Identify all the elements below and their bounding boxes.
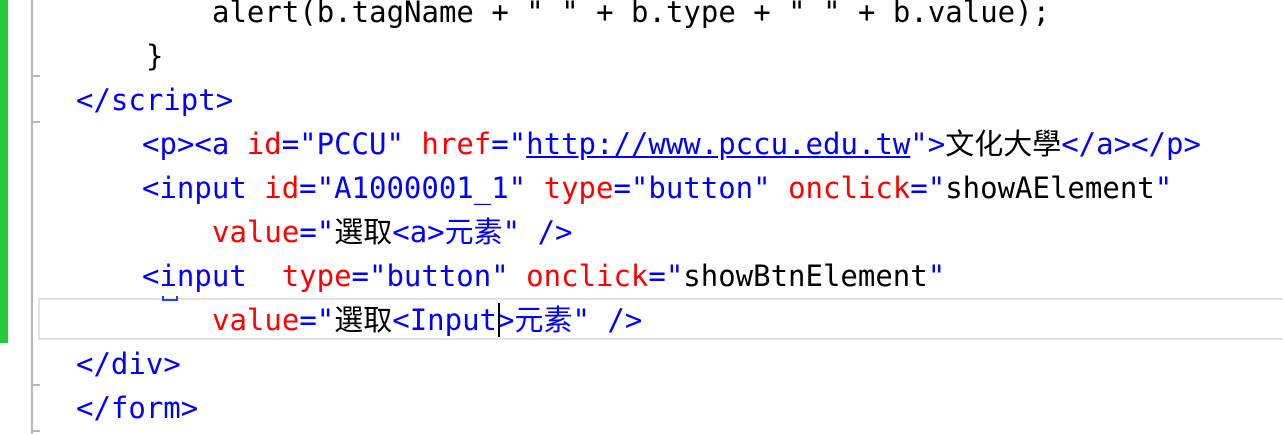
html-tag-token: input — [159, 171, 247, 205]
change-indicator-bar — [0, 0, 8, 343]
html-tag-token: </ — [1061, 127, 1097, 161]
attribute-value-token: =" — [491, 127, 527, 161]
code-line[interactable]: alert(b.tagName + " " + b.type + " " + b… — [212, 0, 1050, 34]
attribute-value-token: " — [502, 215, 521, 249]
html-tag-token: < — [142, 127, 160, 161]
attribute-value-token: ="PCCU" — [281, 127, 404, 161]
code-line[interactable]: </script> — [76, 78, 233, 122]
code-line[interactable]: <p><a id="PCCU" href="http://www.pccu.ed… — [142, 122, 1201, 166]
text-token: showAElement — [945, 171, 1155, 205]
outline-tick — [31, 430, 40, 432]
html-tag-token: /> — [589, 303, 643, 337]
html-tag-token: p — [1166, 127, 1184, 161]
html-tag-token: </ — [76, 391, 111, 425]
attribute-value-token: <a> — [392, 215, 445, 249]
attribute-name-token: id — [246, 171, 300, 205]
code-line[interactable]: <input id="A1000001_1" type="button" onc… — [142, 166, 1172, 210]
code-line[interactable]: <input type="button" onclick="showBtnEle… — [142, 254, 945, 298]
html-tag-token: input — [159, 259, 247, 293]
attribute-value-token: =" — [299, 215, 335, 249]
attribute-name-token: href — [403, 127, 492, 161]
html-tag-token: >< — [176, 127, 212, 161]
html-tag-token: form — [110, 391, 181, 425]
attribute-name-token: type — [526, 171, 614, 205]
attribute-name-token: value — [212, 215, 300, 249]
code-token: alert(b.tagName + " " + b.type + " " + b… — [212, 0, 1051, 29]
attribute-value-token: =" — [299, 303, 335, 337]
attribute-name-token: onclick — [508, 259, 649, 293]
attribute-value-token: "> — [910, 127, 946, 161]
attribute-value-token: =" — [648, 259, 684, 293]
html-tag-token: </ — [76, 83, 111, 117]
code-line[interactable]: </div> — [76, 342, 181, 386]
html-tag-token: > — [215, 83, 234, 117]
text-token: showBtnElement — [683, 259, 928, 293]
attribute-value-token: 元素 — [444, 215, 503, 249]
attribute-value-token: ="button" — [351, 259, 509, 293]
error-squiggle-marker — [162, 296, 178, 301]
outline-tick — [31, 75, 40, 77]
code-line[interactable]: </form> — [76, 386, 198, 430]
code-editor[interactable]: alert(b.tagName + " " + b.type + " " + b… — [0, 0, 1283, 434]
html-tag-token: > — [163, 347, 181, 381]
attribute-value-token: =" — [910, 171, 946, 205]
html-tag-token: </ — [76, 347, 111, 381]
html-tag-token: p — [159, 127, 177, 161]
attribute-value-token: ="A1000001_1" — [299, 171, 527, 205]
attribute-name-token: id — [229, 127, 282, 161]
attribute-value-token: 元素 — [514, 303, 573, 337]
html-tag-token: < — [142, 171, 160, 205]
attribute-value-token: " — [927, 259, 946, 293]
url-link-token[interactable]: http://www.pccu.edu.tw — [526, 127, 910, 161]
html-tag-token: /> — [520, 215, 573, 249]
html-tag-token: a — [1096, 127, 1114, 161]
outline-tick — [31, 121, 40, 123]
html-tag-token: script — [110, 83, 216, 117]
attribute-name-token: type — [246, 259, 352, 293]
html-tag-token: > — [1183, 127, 1201, 161]
text-token: 選取 — [334, 215, 393, 249]
text-token: 選取 — [334, 303, 393, 337]
code-line[interactable]: value="選取<a>元素" /> — [212, 210, 573, 254]
code-token: } — [146, 39, 164, 73]
code-line[interactable]: value="選取<Input>元素" /> — [212, 298, 642, 342]
html-tag-token: a — [211, 127, 230, 161]
html-tag-token: ></ — [1113, 127, 1166, 161]
code-line[interactable]: } — [146, 34, 163, 78]
html-tag-token: < — [142, 259, 160, 293]
html-tag-token: div — [110, 347, 164, 381]
outline-gutter — [31, 0, 33, 434]
attribute-value-token: ="button" — [613, 171, 771, 205]
text-token: 文化大學 — [945, 127, 1062, 161]
attribute-name-token: value — [212, 303, 300, 337]
text-caret — [498, 303, 500, 337]
outline-tick — [31, 384, 40, 386]
attribute-value-token: " — [572, 303, 590, 337]
attribute-value-token: " — [1154, 171, 1173, 205]
attribute-name-token: onclick — [770, 171, 911, 205]
attribute-value-token: <Input> — [392, 303, 515, 337]
html-tag-token: > — [180, 391, 199, 425]
